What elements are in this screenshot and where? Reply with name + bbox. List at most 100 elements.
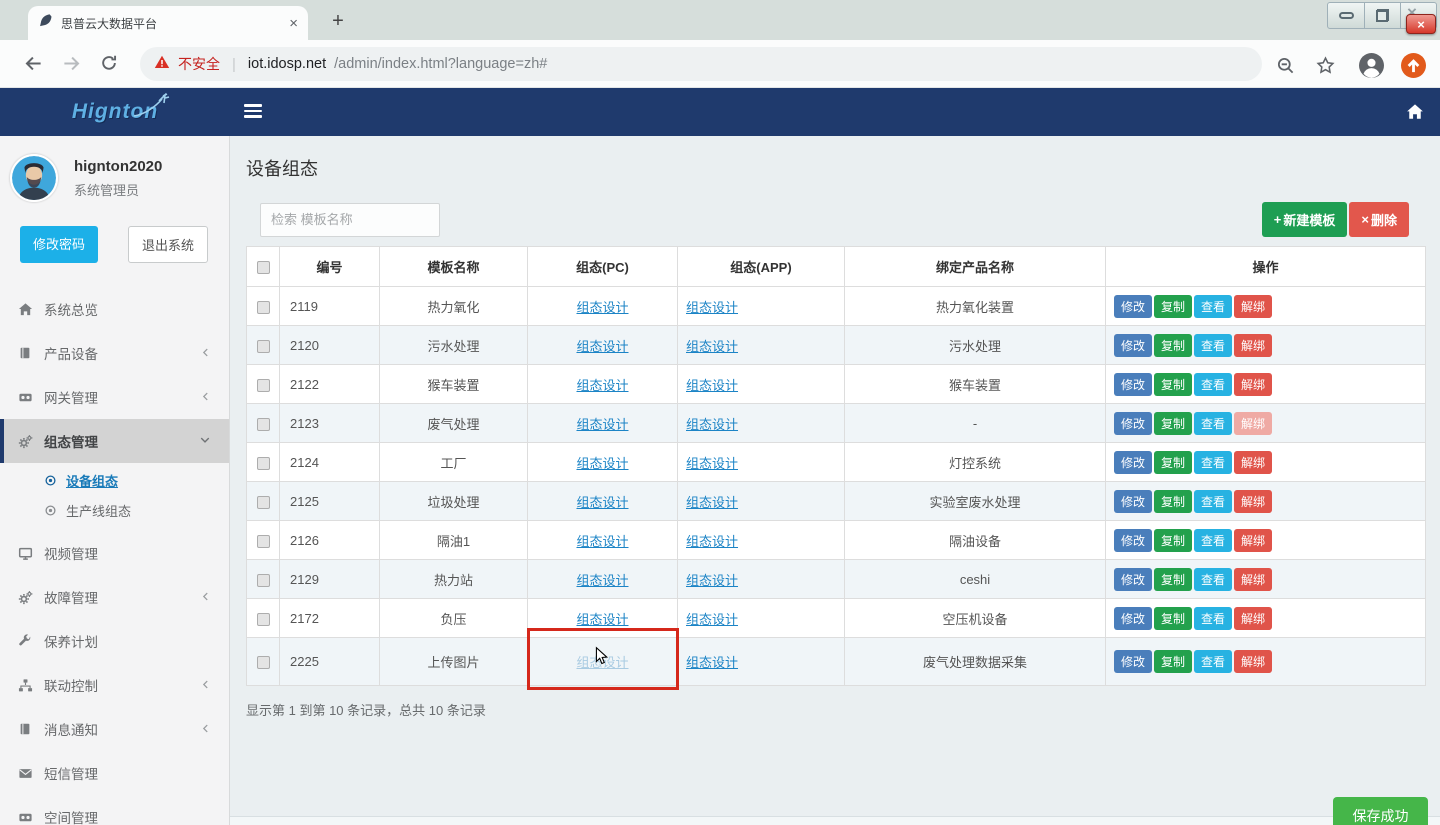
sidebar-item[interactable]: 联动控制 (0, 663, 229, 707)
row-checkbox[interactable] (257, 496, 270, 509)
logout-button[interactable]: 退出系统 (128, 226, 208, 263)
row-checkbox[interactable] (257, 535, 270, 548)
sidebar-item[interactable]: 空间管理 (0, 795, 229, 825)
copy-button[interactable]: 复制 (1154, 490, 1192, 513)
app-design-link[interactable]: 组态设计 (686, 655, 738, 670)
sidebar-item[interactable]: 故障管理 (0, 575, 229, 619)
sidebar-item[interactable]: 保养计划 (0, 619, 229, 663)
unbind-button[interactable]: 解绑 (1234, 490, 1272, 513)
copy-button[interactable]: 复制 (1154, 295, 1192, 318)
sidebar-subitem[interactable]: 生产线组态 (0, 495, 229, 525)
delete-button[interactable]: ×删除 (1349, 202, 1409, 237)
row-checkbox[interactable] (257, 457, 270, 470)
app-design-link[interactable]: 组态设计 (686, 495, 738, 510)
app-design-link[interactable]: 组态设计 (686, 612, 738, 627)
copy-button[interactable]: 复制 (1154, 373, 1192, 396)
close-button[interactable]: × × (1400, 3, 1436, 28)
app-design-link[interactable]: 组态设计 (686, 378, 738, 393)
edit-button[interactable]: 修改 (1114, 529, 1152, 552)
pc-design-link[interactable]: 组态设计 (576, 573, 628, 588)
change-password-button[interactable]: 修改密码 (20, 226, 98, 263)
pc-design-link[interactable]: 组态设计 (576, 378, 628, 393)
copy-button[interactable]: 复制 (1154, 529, 1192, 552)
row-checkbox[interactable] (257, 301, 270, 314)
pc-design-link[interactable]: 组态设计 (576, 417, 628, 432)
pc-design-link[interactable]: 组态设计 (576, 495, 628, 510)
copy-button[interactable]: 复制 (1154, 568, 1192, 591)
view-button[interactable]: 查看 (1194, 334, 1232, 357)
view-button[interactable]: 查看 (1194, 451, 1232, 474)
new-tab-button[interactable]: + (326, 10, 350, 34)
unbind-button[interactable]: 解绑 (1234, 451, 1272, 474)
reload-icon[interactable] (100, 54, 120, 74)
zoom-out-icon[interactable] (1272, 52, 1298, 78)
row-checkbox[interactable] (257, 418, 270, 431)
pc-design-link[interactable]: 组态设计 (576, 612, 628, 627)
menu-toggle-button[interactable] (244, 104, 262, 121)
row-checkbox[interactable] (257, 574, 270, 587)
sidebar-item[interactable]: 组态管理 (0, 419, 229, 463)
row-checkbox[interactable] (257, 379, 270, 392)
sidebar-item[interactable]: 消息通知 (0, 707, 229, 751)
tab-close-icon[interactable]: × (289, 16, 298, 31)
select-all-checkbox[interactable] (257, 261, 270, 274)
security-warning[interactable]: 不安全 (178, 54, 220, 74)
edit-button[interactable]: 修改 (1114, 412, 1152, 435)
view-button[interactable]: 查看 (1194, 607, 1232, 630)
app-design-link[interactable]: 组态设计 (686, 339, 738, 354)
restore-button[interactable] (1364, 3, 1400, 28)
pc-design-link[interactable]: 组态设计 (576, 300, 628, 315)
pc-design-link[interactable]: 组态设计 (576, 339, 628, 354)
app-design-link[interactable]: 组态设计 (686, 417, 738, 432)
overlay-close-button[interactable]: × (1406, 14, 1436, 34)
forward-icon[interactable] (62, 54, 82, 74)
unbind-button[interactable]: 解绑 (1234, 295, 1272, 318)
copy-button[interactable]: 复制 (1154, 412, 1192, 435)
app-design-link[interactable]: 组态设计 (686, 573, 738, 588)
search-input[interactable] (260, 203, 440, 237)
pc-design-link[interactable]: 组态设计 (576, 456, 628, 471)
unbind-button[interactable]: 解绑 (1234, 529, 1272, 552)
view-button[interactable]: 查看 (1194, 490, 1232, 513)
edit-button[interactable]: 修改 (1114, 607, 1152, 630)
row-checkbox[interactable] (257, 613, 270, 626)
copy-button[interactable]: 复制 (1154, 451, 1192, 474)
home-icon[interactable] (1406, 103, 1424, 126)
new-template-button[interactable]: +新建模板 (1262, 202, 1348, 237)
edit-button[interactable]: 修改 (1114, 490, 1152, 513)
edit-button[interactable]: 修改 (1114, 451, 1152, 474)
sidebar-item[interactable]: 短信管理 (0, 751, 229, 795)
view-button[interactable]: 查看 (1194, 650, 1232, 673)
profile-avatar-icon[interactable] (1358, 52, 1384, 78)
edit-button[interactable]: 修改 (1114, 650, 1152, 673)
pc-design-link[interactable]: 组态设计 (576, 534, 628, 549)
copy-button[interactable]: 复制 (1154, 334, 1192, 357)
unbind-button[interactable]: 解绑 (1234, 334, 1272, 357)
view-button[interactable]: 查看 (1194, 568, 1232, 591)
unbind-button[interactable]: 解绑 (1234, 650, 1272, 673)
sidebar-item[interactable]: 产品设备 (0, 331, 229, 375)
minimize-button[interactable] (1328, 3, 1364, 28)
back-icon[interactable] (24, 54, 44, 74)
unbind-button[interactable]: 解绑 (1234, 607, 1272, 630)
unbind-button[interactable]: 解绑 (1234, 373, 1272, 396)
sidebar-item[interactable]: 网关管理 (0, 375, 229, 419)
copy-button[interactable]: 复制 (1154, 650, 1192, 673)
row-checkbox[interactable] (257, 656, 270, 669)
view-button[interactable]: 查看 (1194, 529, 1232, 552)
address-bar[interactable]: 不安全 | iot.idosp.net/admin/index.html?lan… (140, 47, 1262, 81)
edit-button[interactable]: 修改 (1114, 568, 1152, 591)
sidebar-subitem[interactable]: 设备组态 (0, 465, 229, 495)
copy-button[interactable]: 复制 (1154, 607, 1192, 630)
row-checkbox[interactable] (257, 340, 270, 353)
browser-tab[interactable]: 思普云大数据平台 × (28, 6, 308, 40)
browser-update-icon[interactable] (1400, 52, 1426, 78)
edit-button[interactable]: 修改 (1114, 295, 1152, 318)
app-design-link[interactable]: 组态设计 (686, 534, 738, 549)
view-button[interactable]: 查看 (1194, 373, 1232, 396)
view-button[interactable]: 查看 (1194, 412, 1232, 435)
unbind-button[interactable]: 解绑 (1234, 568, 1272, 591)
sidebar-item[interactable]: 系统总览 (0, 287, 229, 331)
app-design-link[interactable]: 组态设计 (686, 300, 738, 315)
view-button[interactable]: 查看 (1194, 295, 1232, 318)
